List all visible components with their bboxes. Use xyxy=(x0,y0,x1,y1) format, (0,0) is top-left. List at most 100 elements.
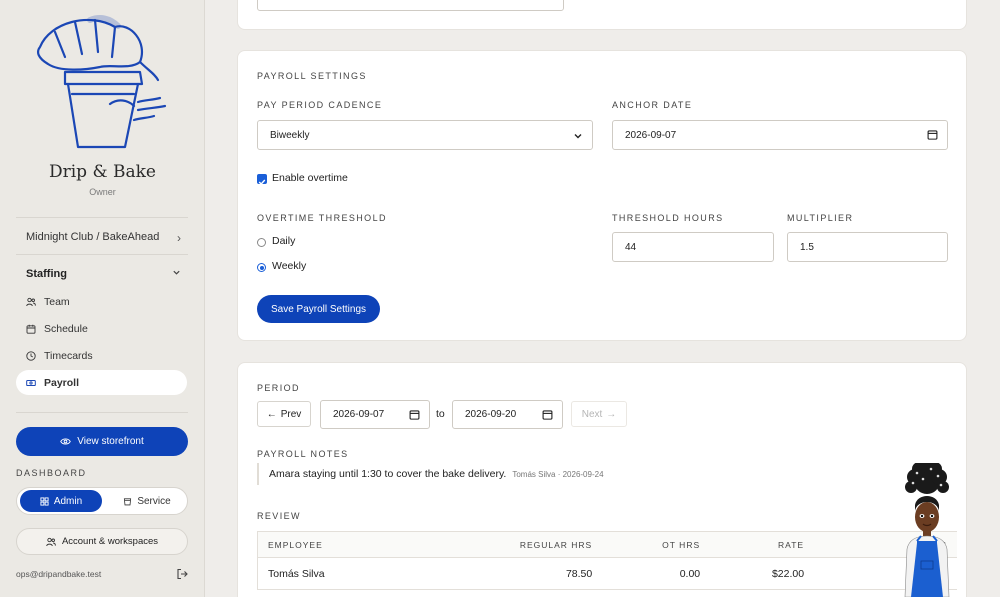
input-value: 2026-09-20 xyxy=(465,409,517,420)
input-value: 2026-09-07 xyxy=(625,129,677,141)
table-row[interactable]: Tomás Silva 78.50 0.00 $22.00 $1 xyxy=(257,557,957,590)
note-meta: Tomás Silva · 2026-09-24 xyxy=(512,469,604,479)
payroll-note: Amara staying until 1:30 to cover the ba… xyxy=(257,463,604,485)
workspace-label: Midnight Club / BakeAhead xyxy=(26,231,160,243)
button-label: Account & workspaces xyxy=(61,536,159,547)
input-value: 44 xyxy=(625,241,637,253)
note-text: Amara staying until 1:30 to cover the ba… xyxy=(269,468,507,480)
column-header: OT HRS xyxy=(602,531,711,558)
multiplier-label: MULTIPLIER xyxy=(787,213,854,223)
regular-hours-cell: 78.50 xyxy=(457,557,603,590)
service-mode-button[interactable]: Service xyxy=(109,490,185,512)
cup-icon xyxy=(124,497,132,505)
calendar-icon xyxy=(409,410,420,420)
calendar-icon xyxy=(542,410,553,420)
overtime-checkbox-label: Enable overtime xyxy=(272,172,348,184)
calendar-icon xyxy=(26,324,36,334)
clock-icon xyxy=(26,350,36,361)
column-header: EMPLOYEE xyxy=(257,531,458,558)
check-icon xyxy=(258,179,266,186)
to-label: to xyxy=(436,408,445,420)
divider xyxy=(16,217,188,218)
section-label: Staffing xyxy=(26,268,67,280)
assistant-avatar-icon[interactable] xyxy=(897,463,957,597)
eye-icon xyxy=(60,438,72,445)
users-icon xyxy=(46,537,56,546)
arrow-left-icon: ← xyxy=(266,408,277,420)
employee-cell: Tomás Silva xyxy=(257,557,458,590)
next-period-button[interactable]: Next → xyxy=(571,401,627,427)
sidebar-item-team[interactable]: Team xyxy=(16,289,187,314)
sidebar-item-label: Schedule xyxy=(44,322,88,335)
threshold-weekly-label: Weekly xyxy=(272,260,307,272)
view-storefront-button[interactable]: View storefront xyxy=(16,427,188,456)
cadence-label: PAY PERIOD CADENCE xyxy=(257,100,383,110)
overtime-checkbox[interactable] xyxy=(257,174,267,186)
admin-mode-button[interactable]: Admin xyxy=(20,490,102,512)
dashboard-label: DASHBOARD xyxy=(16,468,87,478)
sidebar-item-label: Payroll xyxy=(44,376,80,389)
anchor-date-input[interactable]: 2026-09-07 xyxy=(612,120,948,150)
logout-icon[interactable] xyxy=(176,568,188,580)
chevron-right-icon: › xyxy=(177,231,181,245)
sidebar: Drip & Bake Owner Midnight Club / BakeAh… xyxy=(0,0,205,597)
review-label: REVIEW xyxy=(257,511,301,521)
save-payroll-settings-button[interactable]: Save Payroll Settings xyxy=(257,295,380,323)
prev-period-button[interactable]: ← Prev xyxy=(257,401,311,427)
chevron-down-icon xyxy=(173,270,180,275)
staffing-section-toggle[interactable]: Staffing xyxy=(26,268,181,280)
divider xyxy=(16,254,188,255)
sidebar-item-label: Timecards xyxy=(44,349,93,362)
threshold-hours-input[interactable]: 44 xyxy=(612,232,774,262)
payroll-notes-label: PAYROLL NOTES xyxy=(257,449,349,459)
button-label: Prev xyxy=(280,408,302,420)
period-start-input[interactable]: 2026-09-07 xyxy=(320,400,430,429)
period-end-input[interactable]: 2026-09-20 xyxy=(452,400,563,429)
threshold-daily-label: Daily xyxy=(272,235,296,247)
button-label: View storefront xyxy=(77,436,144,447)
button-label: Service xyxy=(137,495,171,507)
sidebar-item-label: Team xyxy=(44,295,70,308)
period-label: PERIOD xyxy=(257,383,300,393)
section-title: PAYROLL SETTINGS xyxy=(257,71,367,81)
croissant-cup-logo-icon xyxy=(37,15,167,149)
brand-name: Drip & Bake xyxy=(48,162,156,182)
ot-hours-cell: 0.00 xyxy=(602,557,711,590)
review-table: EMPLOYEE REGULAR HRS OT HRS RATE GROSS T… xyxy=(257,531,957,590)
arrow-right-icon: → xyxy=(606,408,617,420)
grid-icon xyxy=(40,496,49,506)
button-label: Admin xyxy=(53,495,83,507)
workspace-switcher[interactable]: Midnight Club / BakeAhead › xyxy=(26,231,181,245)
column-header: REGULAR HRS xyxy=(457,531,603,558)
user-role: Owner xyxy=(89,187,116,197)
previous-field[interactable] xyxy=(257,0,564,11)
chevron-down-icon xyxy=(574,134,582,139)
input-value: 2026-09-07 xyxy=(333,409,385,420)
period-card: PERIOD ← Prev 2026-09-07 to 2026-09-20 N… xyxy=(237,362,967,597)
previous-card xyxy=(237,0,967,30)
divider xyxy=(16,412,188,413)
calendar-icon xyxy=(927,130,938,140)
sidebar-item-schedule[interactable]: Schedule xyxy=(16,316,187,341)
sidebar-item-payroll[interactable]: Payroll xyxy=(16,370,187,395)
sidebar-item-timecards[interactable]: Timecards xyxy=(16,343,187,368)
money-icon xyxy=(26,379,36,386)
threshold-weekly-radio[interactable] xyxy=(257,263,266,272)
users-icon xyxy=(26,297,36,306)
column-header: RATE xyxy=(710,531,815,558)
dashboard-mode-toggle: Admin Service xyxy=(16,487,188,515)
threshold-hours-label: THRESHOLD HOURS xyxy=(612,213,724,223)
user-email: ops@dripandbake.test xyxy=(16,569,102,579)
rate-cell: $22.00 xyxy=(710,557,815,590)
overtime-threshold-label: OVERTIME THRESHOLD xyxy=(257,213,387,223)
input-value: 1.5 xyxy=(800,241,814,253)
threshold-daily-radio[interactable] xyxy=(257,238,266,247)
multiplier-input[interactable]: 1.5 xyxy=(787,232,948,262)
account-workspaces-button[interactable]: Account & workspaces xyxy=(16,528,188,555)
select-value: Biweekly xyxy=(270,129,310,141)
payroll-settings-card: PAYROLL SETTINGS PAY PERIOD CADENCE Biwe… xyxy=(237,50,967,341)
anchor-date-label: ANCHOR DATE xyxy=(612,100,693,110)
cadence-select[interactable]: Biweekly xyxy=(257,120,593,150)
table-header-row: EMPLOYEE REGULAR HRS OT HRS RATE GROSS xyxy=(257,531,957,558)
button-label: Next xyxy=(581,408,603,420)
